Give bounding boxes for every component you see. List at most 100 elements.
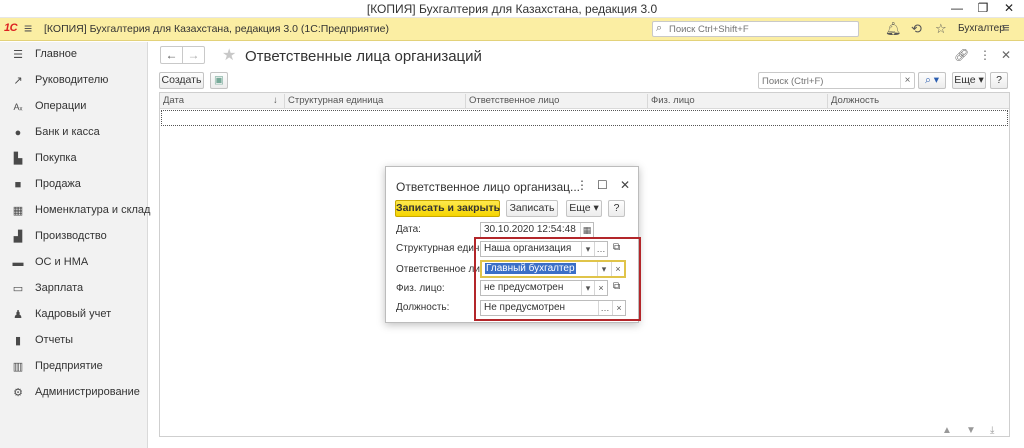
dialog-title: Ответственное лицо организац...	[396, 180, 581, 194]
global-search[interactable]: ⌕	[652, 21, 859, 37]
column-header-position[interactable]: Должность	[831, 95, 879, 106]
sidebar-item-hr[interactable]: ♟ Кадровый учет	[0, 302, 148, 328]
app-title: [КОПИЯ] Бухгалтерия для Казахстана, реда…	[44, 23, 389, 35]
sidebar-item-label: Предприятие	[35, 360, 103, 372]
sidebar-item-label: Номенклатура и склад	[35, 204, 151, 216]
help-button[interactable]: ?	[990, 72, 1008, 89]
calendar-icon[interactable]: ▦	[580, 223, 593, 237]
sidebar-item-stock[interactable]: ▦ Номенклатура и склад	[0, 198, 151, 224]
window-title: [КОПИЯ] Бухгалтерия для Казахстана, реда…	[366, 2, 658, 16]
forward-button[interactable]: →	[182, 46, 205, 64]
scroll-up-icon[interactable]: ▲	[942, 425, 952, 436]
dialog-more-icon[interactable]: ⋮	[576, 178, 588, 192]
sidebar-item-admin[interactable]: ⚙ Администрирование	[0, 380, 148, 406]
app-logo: 1С	[4, 22, 18, 34]
bag-icon: ■	[14, 179, 22, 191]
favorites-star-icon[interactable]: ☆	[935, 21, 947, 37]
sidebar-item-purchase[interactable]: ▙ Покупка	[0, 146, 148, 172]
sidebar-item-label: Руководителю	[35, 74, 109, 86]
dialog-close-icon[interactable]: ✕	[620, 178, 630, 192]
more-button[interactable]: Еще ▾	[952, 72, 986, 89]
close-tab-icon[interactable]: ✕	[1001, 48, 1011, 62]
column-header-struct-unit[interactable]: Структурная единица	[288, 95, 383, 106]
create-button[interactable]: Создать	[159, 72, 204, 89]
save-and-close-button[interactable]: Записать и закрыть	[395, 200, 500, 217]
dialog-help-button[interactable]: ?	[608, 200, 625, 217]
gear-icon: ⚙	[13, 387, 23, 399]
column-separator	[284, 94, 285, 108]
date-label: Дата:	[396, 224, 421, 235]
sidebar-item-reports[interactable]: ▮ Отчеты	[0, 328, 148, 354]
sort-desc-icon: ↓	[273, 95, 278, 106]
list-search-input[interactable]	[762, 75, 900, 87]
sidebar-item-label: Зарплата	[35, 282, 84, 294]
restore-button[interactable]: ❐	[970, 0, 996, 18]
reports-icon: ▮	[14, 335, 22, 347]
favorite-star-icon[interactable]: ★	[222, 45, 236, 65]
global-search-input[interactable]	[669, 23, 855, 35]
people-icon: ♟	[13, 309, 23, 321]
sidebar-item-assets[interactable]: ▬ ОС и НМА	[0, 250, 148, 276]
bell-icon[interactable]: 🔔︎	[885, 21, 902, 37]
minimize-button[interactable]: —	[944, 0, 970, 18]
table-header: Дата ↓ Структурная единица Ответственное…	[160, 93, 1009, 109]
clear-search-icon[interactable]: ×	[900, 73, 914, 88]
highlight-annotation	[474, 237, 641, 321]
truck-icon: ▬	[12, 257, 24, 269]
sidebar-item-sales[interactable]: ■ Продажа	[0, 172, 148, 198]
window-titlebar: [КОПИЯ] Бухгалтерия для Казахстана, реда…	[0, 0, 1024, 18]
operations-icon: Aₓ	[13, 102, 23, 112]
column-separator	[647, 94, 648, 108]
column-separator	[465, 94, 466, 108]
sidebar-item-label: Кадровый учет	[35, 308, 112, 320]
sidebar-item-manager[interactable]: ↗ Руководителю	[0, 68, 148, 94]
sidebar-item-label: Главное	[35, 48, 78, 60]
user-menu-icon[interactable]: ≡	[1002, 20, 1010, 35]
app-bar: 1С ≡ [КОПИЯ] Бухгалтерия для Казахстана,…	[0, 18, 1024, 41]
sidebar-item-enterprise[interactable]: ▥ Предприятие	[0, 354, 148, 380]
main-menu-icon[interactable]: ≡	[24, 20, 32, 36]
person-label: Физ. лицо:	[396, 283, 445, 294]
building-icon: ▥	[12, 361, 24, 373]
save-button[interactable]: Записать	[506, 200, 558, 217]
sidebar-item-main[interactable]: ☰ Главное	[0, 42, 148, 68]
grid-icon: ▦	[12, 205, 24, 217]
menu-icon: ☰	[13, 49, 23, 61]
sidebar-item-salary[interactable]: ▭ Зарплата	[0, 276, 148, 302]
sidebar-item-label: Продажа	[35, 178, 81, 190]
list-search[interactable]: ×	[758, 72, 915, 89]
search-icon: ⌕	[656, 22, 663, 34]
sidebar-item-label: Операции	[35, 100, 87, 112]
column-header-person[interactable]: Физ. лицо	[651, 95, 695, 106]
position-label: Должность:	[396, 302, 450, 313]
scroll-down-icon[interactable]: ▼	[966, 425, 976, 436]
dialog-more-button[interactable]: Еще ▾	[566, 200, 602, 217]
close-window-button[interactable]: ✕	[996, 0, 1022, 18]
sidebar-item-production[interactable]: ▟ Производство	[0, 224, 148, 250]
sidebar-item-label: Покупка	[35, 152, 77, 164]
more-options-icon[interactable]: ⋮	[979, 48, 991, 62]
history-icon[interactable]: ⟲	[911, 21, 922, 37]
user-name[interactable]: Бухгалтер	[958, 23, 1005, 34]
sidebar-item-label: Отчеты	[35, 334, 74, 346]
search-dropdown-button[interactable]: ⌕ ▾	[918, 72, 946, 89]
page-title: Ответственные лица организаций	[245, 48, 482, 65]
sidebar-item-bank[interactable]: ● Банк и касса	[0, 120, 148, 146]
more-label: Еще	[954, 74, 976, 86]
date-field[interactable]: 30.10.2020 12:54:48 ▦	[480, 222, 594, 238]
scroll-end-icon[interactable]: ⤓	[990, 425, 994, 436]
table-row[interactable]	[161, 110, 1008, 126]
back-button[interactable]: ←	[160, 46, 183, 64]
cart-icon: ▙	[13, 153, 23, 165]
date-value: 30.10.2020 12:54:48	[484, 224, 576, 235]
column-header-responsible[interactable]: Ответственное лицо	[469, 95, 559, 106]
sidebar-item-operations[interactable]: Aₓ Операции	[0, 94, 148, 120]
salary-icon: ▭	[12, 283, 24, 295]
sidebar-item-label: Банк и касса	[35, 126, 100, 138]
print-icon[interactable]: ▣	[210, 72, 228, 89]
link-icon[interactable]: 🔗︎	[954, 48, 969, 62]
column-header-date[interactable]: Дата	[163, 95, 184, 106]
sidebar-item-label: ОС и НМА	[35, 256, 89, 268]
trend-icon: ↗	[13, 75, 23, 87]
dialog-maximize-icon[interactable]: ☐	[597, 178, 608, 192]
